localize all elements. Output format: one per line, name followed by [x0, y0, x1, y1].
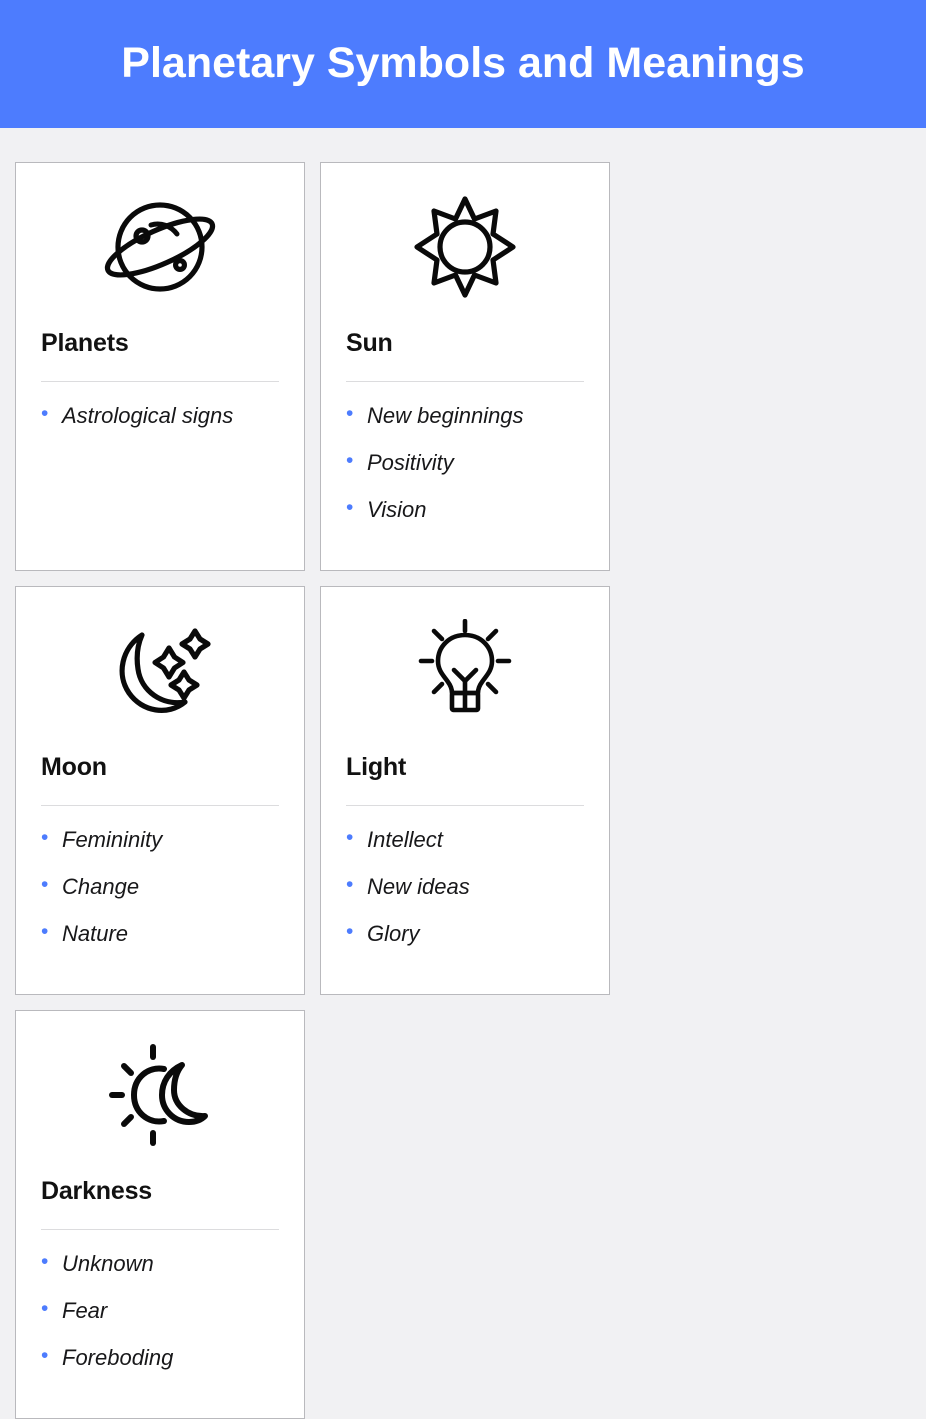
bullet-text: Fear [62, 1298, 108, 1324]
bullet-text: Foreboding [62, 1345, 174, 1371]
bullet-dot-icon: • [41, 1250, 49, 1273]
sun-burst-icon [346, 163, 584, 331]
bullet-dot-icon: • [346, 496, 354, 520]
list-item: • Intellect [346, 826, 584, 852]
list-item: • Vision [346, 496, 584, 523]
card-sun[interactable]: Sun • New beginnings • Positivity • Visi… [320, 162, 610, 571]
eclipse-sun-moon-icon [41, 1011, 279, 1179]
list-item: • Femininity [41, 826, 279, 852]
planet-saturn-icon [41, 163, 279, 331]
list-item: • Positivity [346, 449, 584, 476]
bullet-dot-icon: • [41, 873, 49, 897]
bullet-text: Glory [367, 921, 420, 947]
page-title: Planetary Symbols and Meanings [121, 39, 805, 88]
infographic-page: Planetary Symbols and Meanings Planets •… [0, 0, 926, 1419]
bullet-text: Astrological signs [62, 403, 234, 428]
lightbulb-icon [346, 587, 584, 755]
list-item: • New beginnings [346, 402, 584, 428]
bullet-text: Nature [62, 921, 129, 947]
card-light[interactable]: Light • Intellect • New ideas • Glory [320, 586, 610, 995]
bullet-list: • Astrological signs [41, 382, 279, 427]
card-title: Planets [41, 329, 129, 357]
bullet-dot-icon: • [41, 826, 49, 849]
list-item: • Fear [41, 1297, 279, 1324]
bullet-text: Unknown [62, 1251, 154, 1276]
card-grid: Planets • Astrological signs Sun • New b… [0, 128, 926, 1419]
card-title: Light [346, 753, 407, 781]
bullet-dot-icon: • [41, 1297, 49, 1321]
card-moon[interactable]: Moon • Femininity • Change • Nature [15, 586, 305, 995]
bullet-text: Intellect [367, 827, 443, 852]
card-title: Darkness [41, 1177, 152, 1205]
bullet-text: New beginnings [367, 403, 524, 428]
list-item: • New ideas [346, 873, 584, 900]
list-item: • Unknown [41, 1250, 279, 1276]
list-item: • Glory [346, 920, 584, 947]
bullet-text: Change [62, 874, 140, 900]
bullet-dot-icon: • [41, 1344, 49, 1368]
card-title: Sun [346, 329, 393, 357]
list-item: • Astrological signs [41, 402, 279, 428]
card-title: Moon [41, 753, 107, 781]
bullet-dot-icon: • [346, 402, 354, 425]
bullet-dot-icon: • [41, 402, 49, 425]
header-banner: Planetary Symbols and Meanings [0, 0, 926, 128]
bullet-dot-icon: • [346, 449, 354, 473]
bullet-text: New ideas [367, 874, 470, 900]
bullet-list: • Femininity • Change • Nature [41, 806, 279, 945]
bullet-list: • Unknown • Fear • Foreboding [41, 1230, 279, 1369]
bullet-text: Femininity [62, 827, 163, 852]
bullet-list: • Intellect • New ideas • Glory [346, 806, 584, 945]
list-item: • Nature [41, 920, 279, 947]
bullet-list: • New beginnings • Positivity • Vision [346, 382, 584, 521]
crescent-moon-stars-icon [41, 587, 279, 755]
card-darkness[interactable]: Darkness • Unknown • Fear • Foreboding [15, 1010, 305, 1419]
bullet-dot-icon: • [346, 920, 354, 944]
bullet-dot-icon: • [346, 826, 354, 849]
card-planets[interactable]: Planets • Astrological signs [15, 162, 305, 571]
bullet-dot-icon: • [346, 873, 354, 897]
bullet-text: Vision [367, 497, 427, 523]
list-item: • Foreboding [41, 1344, 279, 1371]
list-item: • Change [41, 873, 279, 900]
bullet-dot-icon: • [41, 920, 49, 944]
bullet-text: Positivity [367, 450, 454, 476]
